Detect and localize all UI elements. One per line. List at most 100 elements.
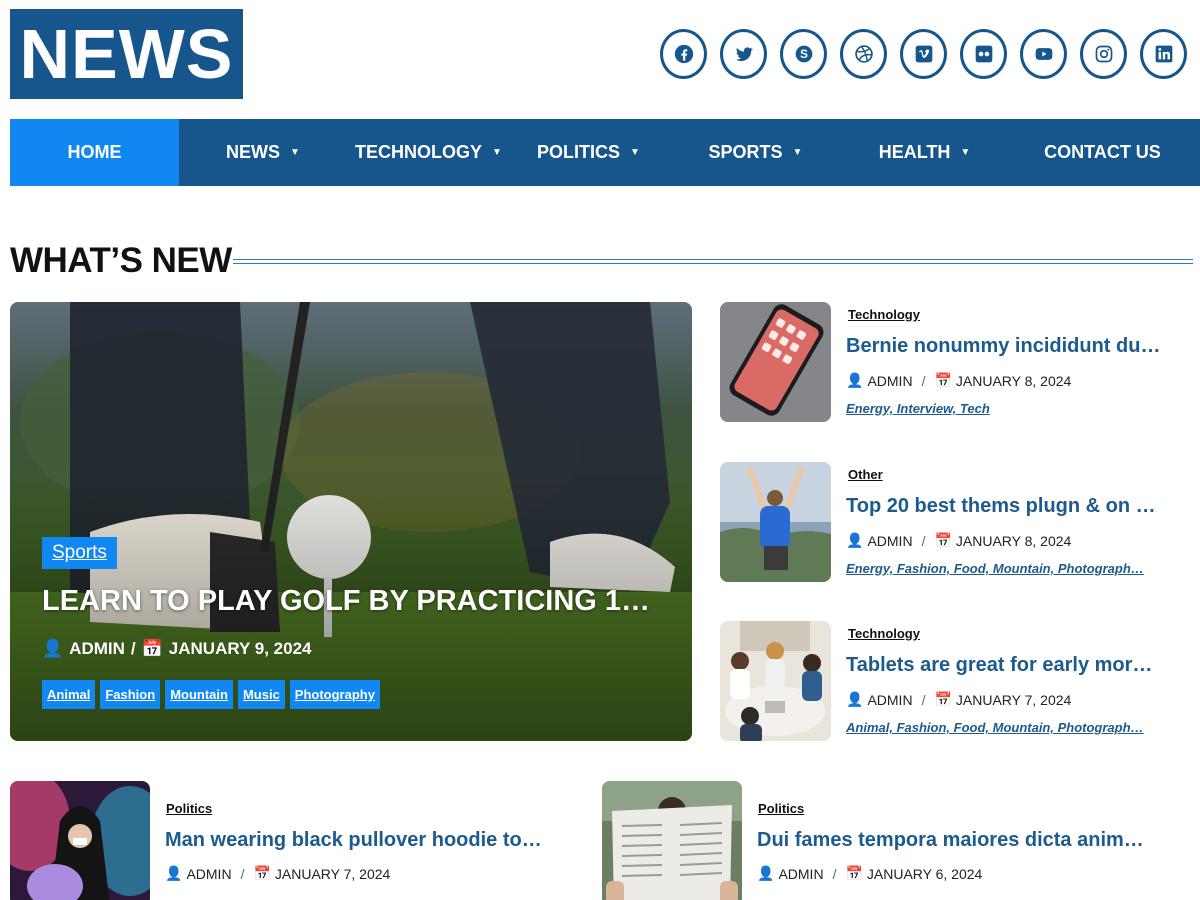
side-post: Other Top 20 best thems plugn & on th… 👤… [720, 462, 1200, 582]
section-divider [233, 259, 1193, 264]
featured-post[interactable]: Sports LEARN TO PLAY GOLF BY PRACTICING … [10, 302, 692, 741]
nav-item-label: TECHNOLOGY [355, 142, 483, 162]
caret-down-icon: ▼ [290, 147, 300, 158]
bottom-post: Politics Dui fames tempora maiores dicta… [602, 781, 1200, 900]
nav-item-politics[interactable]: POLITICS ▼ [510, 119, 667, 186]
meta-separator: / [130, 639, 136, 658]
featured-tags: Animal Fashion Mountain Music Photograph… [42, 680, 380, 709]
nav-item-label: CONTACT US [1044, 142, 1161, 162]
post-meta: 👤 ADMIN / 📅 JANUARY 6, 2024 [757, 865, 982, 882]
post-date[interactable]: JANUARY 8, 2024 [956, 533, 1071, 549]
calendar-icon: 📅 [934, 691, 952, 707]
nav-item-contact-us[interactable]: CONTACT US [1005, 119, 1200, 186]
skype-icon[interactable]: S [780, 29, 827, 79]
tag-link[interactable]: Mountain [165, 680, 233, 709]
post-author[interactable]: ADMIN [867, 373, 912, 389]
post-title[interactable]: Top 20 best thems plugn & on th… [846, 495, 1161, 518]
post-meta: 👤 ADMIN / 📅 JANUARY 7, 2024 [846, 691, 1071, 708]
featured-date[interactable]: JANUARY 9, 2024 [169, 639, 312, 659]
user-icon: 👤 [846, 532, 864, 548]
post-date[interactable]: JANUARY 6, 2024 [867, 866, 982, 882]
nav-item-sports[interactable]: SPORTS ▼ [667, 119, 844, 186]
post-tags-text[interactable]: Energy, Fashion, Food, Mountain, Photogr… [846, 561, 1144, 576]
post-tags[interactable]: Energy, Fashion, Food, Mountain, Photogr… [846, 561, 1146, 576]
post-title[interactable]: Bernie nonummy incididunt dui… [846, 335, 1161, 358]
linkedin-icon[interactable] [1140, 29, 1187, 79]
tag-link[interactable]: Music [237, 680, 285, 709]
side-post: Technology Bernie nonummy incididunt dui… [720, 302, 1200, 422]
calendar-icon: 📅 [845, 865, 863, 881]
nav-item-news[interactable]: NEWS ▼ [179, 119, 347, 186]
featured-image [10, 302, 692, 741]
nav-item-label: HEALTH [878, 142, 951, 162]
post-date[interactable]: JANUARY 7, 2024 [275, 866, 390, 882]
tag-link[interactable]: Photography [289, 680, 380, 709]
nav-item-label: POLITICS [537, 142, 621, 162]
svg-text:S: S [800, 48, 808, 61]
calendar-icon: 📅 [934, 372, 952, 388]
vimeo-icon[interactable] [900, 29, 947, 79]
flickr-icon[interactable] [960, 29, 1007, 79]
site-logo[interactable]: NEWS [10, 9, 243, 99]
post-thumbnail[interactable] [720, 462, 831, 582]
instagram-icon[interactable] [1080, 29, 1127, 79]
post-author[interactable]: ADMIN [186, 866, 231, 882]
post-category[interactable]: Technology [848, 626, 920, 641]
user-icon: 👤 [42, 639, 64, 658]
featured-meta: 👤 ADMIN / 📅 JANUARY 9, 2024 [42, 639, 311, 659]
post-category[interactable]: Politics [758, 801, 804, 816]
youtube-icon[interactable] [1020, 29, 1067, 79]
caret-down-icon: ▼ [792, 147, 803, 158]
post-tags-text[interactable]: Animal, Fashion, Food, Mountain, Photogr… [846, 720, 1144, 735]
post-title[interactable]: Tablets are great for early morni… [846, 654, 1161, 677]
section-title: WHAT’S NEW [10, 241, 232, 280]
post-title[interactable]: Man wearing black pullover hoodie to… [165, 829, 555, 852]
post-date[interactable]: JANUARY 8, 2024 [956, 373, 1071, 389]
nav-item-label: SPORTS [708, 142, 783, 162]
post-category[interactable]: Other [848, 467, 883, 482]
nav-item-label: HOME [67, 142, 122, 162]
user-icon: 👤 [846, 372, 864, 388]
post-category[interactable]: Technology [848, 307, 920, 322]
post-author[interactable]: ADMIN [867, 692, 912, 708]
caret-down-icon: ▼ [960, 147, 971, 158]
post-tags-text[interactable]: Energy, Interview, Tech [846, 401, 990, 416]
post-thumbnail[interactable] [602, 781, 742, 900]
nav-item-technology[interactable]: TECHNOLOGY ▼ [347, 119, 510, 186]
featured-title[interactable]: LEARN TO PLAY GOLF BY PRACTICING 1… [42, 585, 662, 618]
meta-separator: / [921, 691, 926, 708]
post-thumbnail[interactable] [10, 781, 150, 900]
post-category[interactable]: Politics [166, 801, 212, 816]
facebook-icon[interactable] [660, 29, 707, 79]
user-icon: 👤 [846, 691, 864, 707]
post-meta: 👤 ADMIN / 📅 JANUARY 7, 2024 [165, 865, 390, 882]
post-author[interactable]: ADMIN [778, 866, 823, 882]
meta-separator: / [921, 372, 926, 389]
tag-link[interactable]: Fashion [100, 680, 161, 709]
post-thumbnail[interactable] [720, 621, 831, 741]
twitter-icon[interactable] [720, 29, 767, 79]
post-title[interactable]: Dui fames tempora maiores dicta anim? V… [757, 829, 1147, 852]
caret-down-icon: ▼ [492, 147, 502, 158]
post-meta: 👤 ADMIN / 📅 JANUARY 8, 2024 [846, 372, 1071, 389]
post-tags[interactable]: Energy, Interview, Tech [846, 401, 1146, 416]
post-tags[interactable]: Animal, Fashion, Food, Mountain, Photogr… [846, 720, 1146, 735]
social-links: S [660, 29, 1187, 79]
tag-link[interactable]: Animal [42, 680, 96, 709]
featured-author[interactable]: ADMIN [69, 639, 125, 659]
meta-separator: / [240, 865, 245, 882]
nav-item-home[interactable]: HOME [10, 119, 179, 186]
post-date[interactable]: JANUARY 7, 2024 [956, 692, 1071, 708]
nav-item-health[interactable]: HEALTH ▼ [844, 119, 1005, 186]
post-thumbnail[interactable] [720, 302, 831, 422]
meta-separator: / [921, 532, 926, 549]
calendar-icon: 📅 [141, 639, 163, 658]
dribbble-icon[interactable] [840, 29, 887, 79]
bottom-post: Politics Man wearing black pullover hood… [10, 781, 590, 900]
user-icon: 👤 [165, 865, 183, 881]
main-nav: HOME NEWS ▼ TECHNOLOGY ▼ POLITICS ▼ SPORTS ▼… [10, 119, 1200, 186]
calendar-icon: 📅 [253, 865, 271, 881]
meta-separator: / [832, 865, 837, 882]
featured-category-badge[interactable]: Sports [42, 537, 117, 569]
post-author[interactable]: ADMIN [867, 533, 912, 549]
